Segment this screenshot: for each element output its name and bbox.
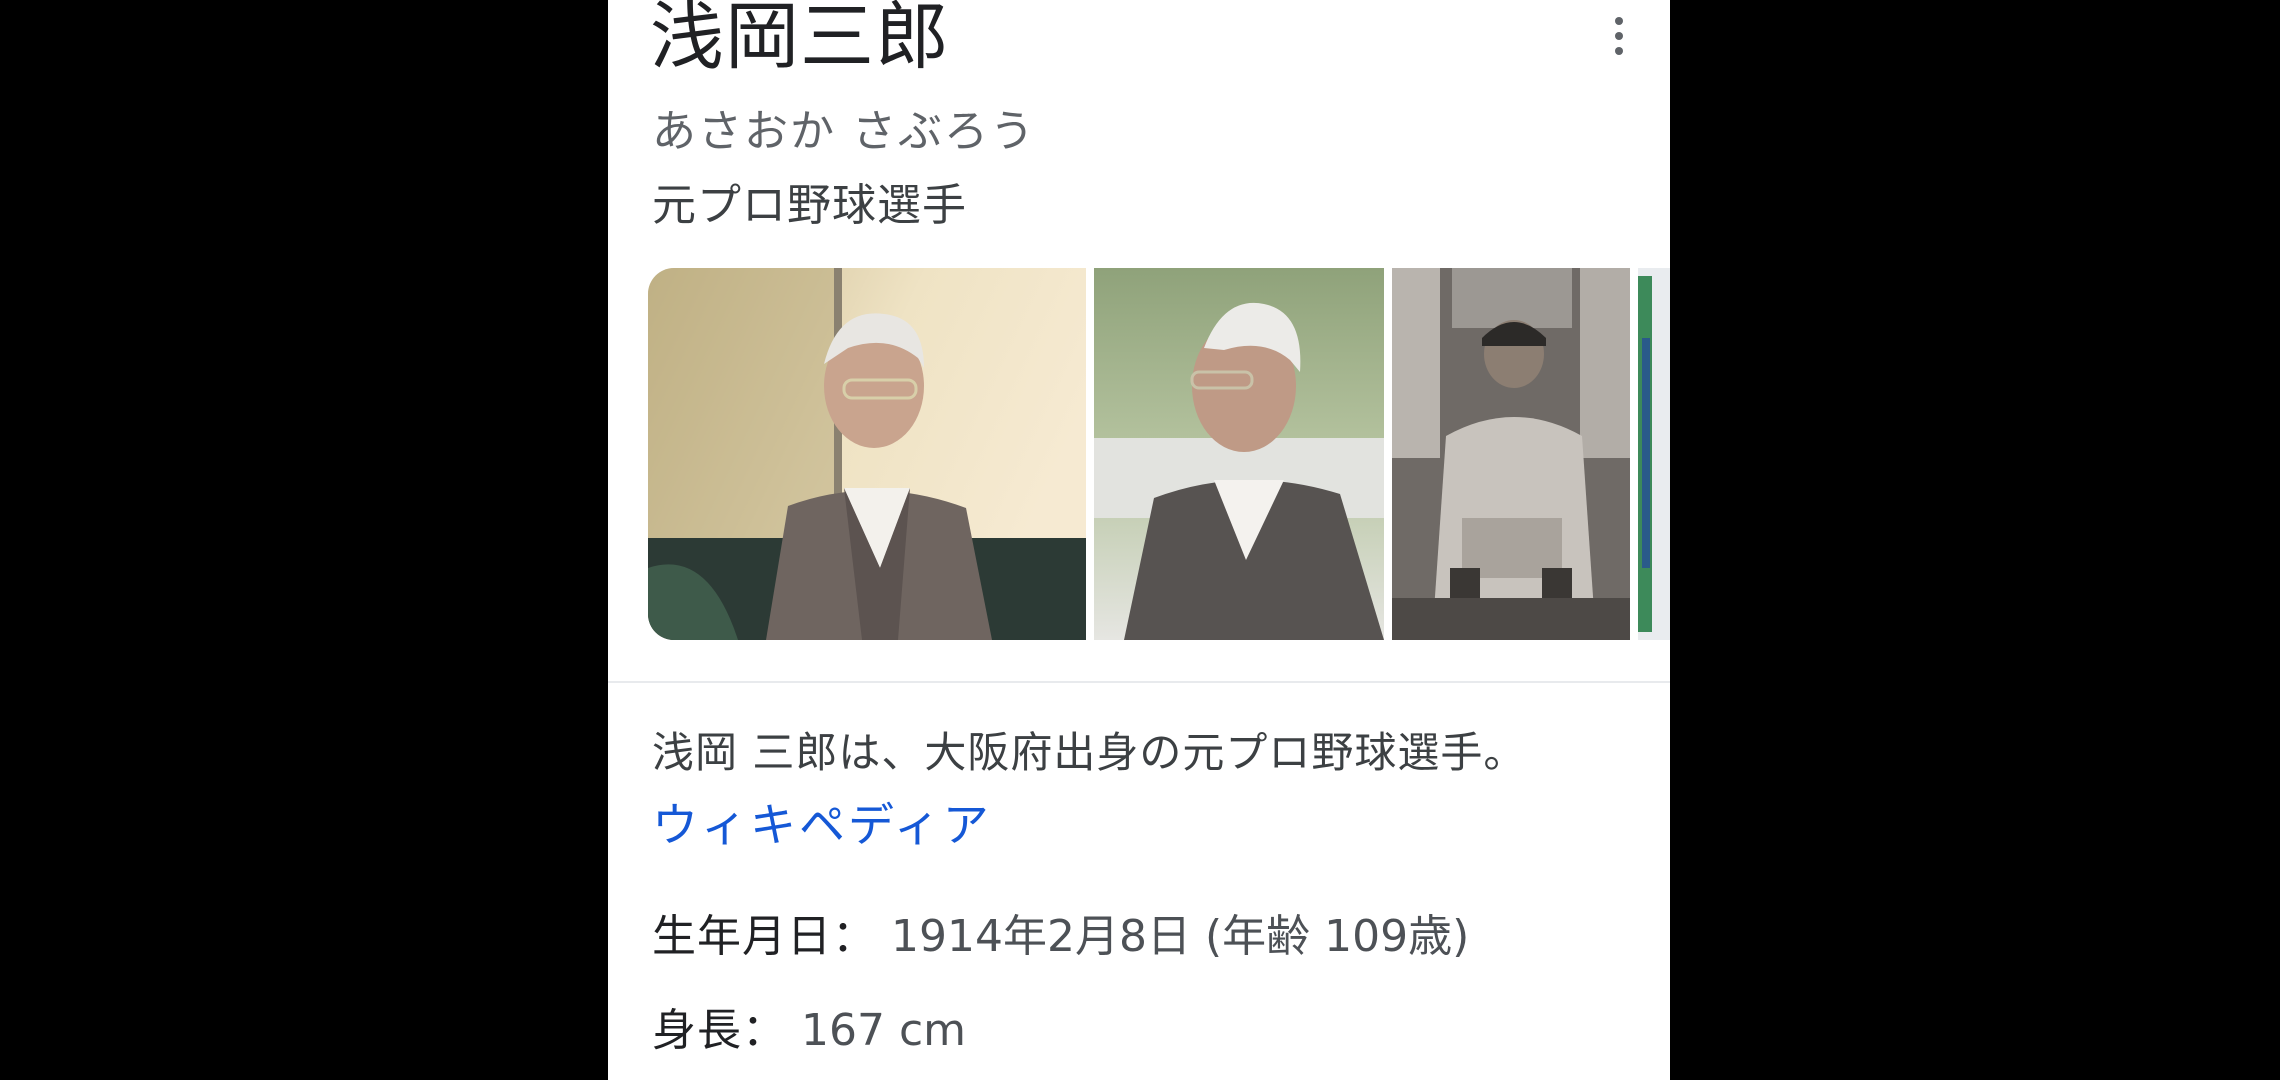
section-divider (608, 681, 1670, 683)
fact-label[interactable]: 身長： (652, 1005, 787, 1056)
entity-description: 浅岡 三郎は、大阪府出身の元プロ野球選手。 (652, 728, 1527, 777)
knowledge-panel: 浅岡三郎 あさおか さぶろう 元プロ野球選手 浅岡 三郎は、大阪府出身の元プロ野… (608, 0, 1670, 1080)
fact-height: 身長： 167 cm (652, 1000, 966, 1062)
fact-birth-date: 生年月日： 1914年2月8日 (年齢 109歳) (652, 906, 1469, 968)
entity-subtitle: 元プロ野球選手 (652, 180, 967, 231)
more-vert-icon (1615, 17, 1623, 25)
carousel-image-1[interactable] (648, 268, 1086, 640)
fact-value: 167 cm (801, 1005, 967, 1056)
entity-reading: あさおか さぶろう (652, 106, 1036, 157)
carousel-image-3[interactable] (1392, 268, 1630, 640)
screen: 浅岡三郎 あさおか さぶろう 元プロ野球選手 浅岡 三郎は、大阪府出身の元プロ野… (0, 0, 2280, 1080)
entity-title: 浅岡三郎 (650, 0, 950, 80)
more-options-button[interactable] (1606, 12, 1632, 60)
carousel-image-2[interactable] (1094, 268, 1384, 640)
carousel-image-4[interactable] (1638, 268, 1670, 640)
image-carousel[interactable] (648, 268, 1670, 640)
wikipedia-source-link[interactable]: ウィキペディア (652, 794, 992, 856)
more-vert-icon-dot (1615, 47, 1623, 55)
more-vert-icon-dot (1615, 32, 1623, 40)
fact-value: 1914年2月8日 (年齢 109歳) (891, 911, 1470, 962)
fact-label[interactable]: 生年月日： (652, 911, 877, 962)
